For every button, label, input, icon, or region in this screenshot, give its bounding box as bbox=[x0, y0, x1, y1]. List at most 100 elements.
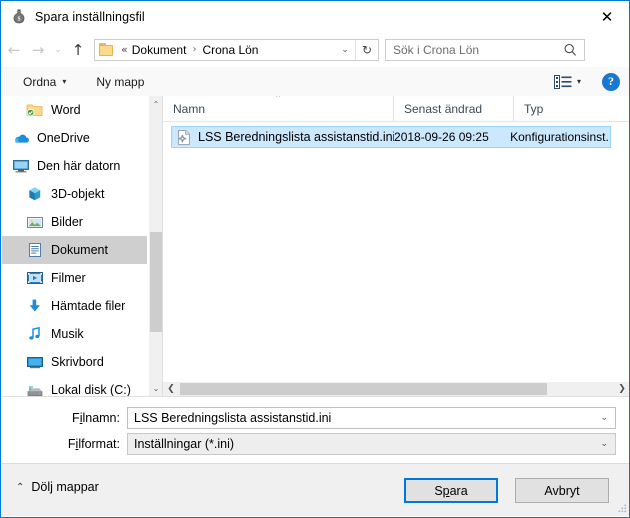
filetype-row: Filformat: Inställningar (*.ini) ⌄ bbox=[2, 433, 616, 455]
recent-locations-button[interactable]: ⌄ bbox=[50, 37, 66, 63]
column-header-label: Senast ändrad bbox=[404, 101, 483, 116]
sidebar-scrollbar[interactable]: ⌃ ⌄ bbox=[148, 96, 162, 396]
chevron-up-icon: ⌃ bbox=[152, 99, 160, 109]
sort-ascending-icon: ⌃ bbox=[274, 96, 282, 104]
column-headers: ⌃ Namn Senast ändrad Typ bbox=[163, 96, 629, 122]
chevron-down-icon: ⌄ bbox=[341, 44, 349, 55]
chevron-down-icon: ▾ bbox=[62, 77, 67, 86]
filetype-select[interactable]: Inställningar (*.ini) ⌄ bbox=[127, 433, 616, 455]
onedrive-cloud-icon bbox=[12, 130, 30, 146]
filename-field[interactable]: LSS Beredningslista assistanstid.ini ⌄ bbox=[127, 407, 616, 429]
sidebar-item-musik[interactable]: Musik bbox=[2, 320, 147, 348]
breadcrumb-item-crona-lon[interactable]: Crona Lön bbox=[200, 42, 260, 58]
sidebar-item-dokument[interactable]: Dokument bbox=[2, 236, 147, 264]
close-button[interactable]: ✕ bbox=[584, 2, 629, 32]
filename-row: Filnamn: LSS Beredningslista assistansti… bbox=[2, 407, 616, 429]
money-bag-icon: $ bbox=[11, 9, 27, 25]
table-row[interactable]: LSS Beredningslista assistanstid.ini 201… bbox=[171, 126, 611, 148]
filetype-label: Filformat: bbox=[67, 437, 120, 451]
sidebar-item-hamtade-filer[interactable]: Hämtade filer bbox=[2, 292, 147, 320]
up-arrow-icon: ↑ bbox=[71, 40, 85, 59]
cancel-button[interactable]: Avbryt bbox=[515, 478, 609, 503]
sidebar-item-word[interactable]: Word bbox=[2, 96, 147, 124]
folder-synced-icon bbox=[26, 102, 44, 118]
cancel-button-label: Avbryt bbox=[544, 483, 580, 498]
chevron-down-icon[interactable]: ⌄ bbox=[600, 434, 608, 454]
address-dropdown-button[interactable]: ⌄ bbox=[335, 40, 355, 60]
hide-folders-toggle[interactable]: ⌃ Dölj mappar bbox=[16, 480, 99, 494]
column-header-label: Namn bbox=[173, 101, 206, 116]
column-header-senast-andrad[interactable]: Senast ändrad bbox=[393, 96, 513, 121]
sidebar-item-label: Dokument bbox=[51, 243, 108, 257]
question-mark-icon: ? bbox=[608, 74, 614, 88]
sidebar-item-label: Filmer bbox=[51, 271, 86, 285]
sidebar-item-label: Skrivbord bbox=[51, 355, 104, 369]
save-button-label: Spara bbox=[434, 483, 468, 498]
sidebar-item-3d-objekt[interactable]: 3D-objekt bbox=[2, 180, 147, 208]
search-input[interactable]: Sök i Crona Lön bbox=[385, 38, 585, 61]
filename-value: LSS Beredningslista assistanstid.ini bbox=[134, 411, 332, 425]
sidebar-item-lokal-disk-c[interactable]: Lokal disk (C:) bbox=[2, 376, 147, 396]
sidebar-item-onedrive[interactable]: OneDrive bbox=[2, 124, 147, 152]
file-list-horizontal-scrollbar[interactable]: ❮ ❯ bbox=[163, 381, 629, 396]
organize-label: Ordna bbox=[23, 74, 57, 89]
hide-folders-label: Dölj mappar bbox=[31, 480, 99, 494]
navigation-pane: Word OneDrive Den här datorn 3D-objekt B… bbox=[2, 96, 162, 396]
filename-label: Filnamn: bbox=[72, 411, 120, 425]
scroll-up-button[interactable]: ⌃ bbox=[149, 96, 162, 112]
up-button[interactable]: ↑ bbox=[66, 37, 90, 63]
scroll-right-button[interactable]: ❯ bbox=[614, 382, 629, 396]
save-button[interactable]: Spara bbox=[404, 478, 498, 503]
sidebar-item-skrivbord[interactable]: Skrivbord bbox=[2, 348, 147, 376]
folder-tree: Word OneDrive Den här datorn 3D-objekt B… bbox=[2, 96, 147, 396]
music-icon bbox=[26, 326, 44, 342]
local-disk-icon bbox=[26, 382, 44, 396]
help-button[interactable]: ? bbox=[602, 72, 620, 91]
scroll-left-button[interactable]: ❮ bbox=[163, 382, 179, 396]
scrollbar-thumb[interactable] bbox=[180, 383, 547, 395]
forward-button[interactable]: → bbox=[26, 37, 50, 63]
back-button[interactable]: ← bbox=[2, 37, 26, 63]
ini-config-file-icon bbox=[176, 129, 192, 146]
sidebar-item-bilder[interactable]: Bilder bbox=[2, 208, 147, 236]
breadcrumb: « Dokument › Crona Lön bbox=[117, 42, 335, 58]
new-folder-label: Ny mapp bbox=[96, 74, 145, 89]
breadcrumb-item-dokument[interactable]: Dokument bbox=[130, 42, 189, 58]
new-folder-button[interactable]: Ny mapp bbox=[89, 71, 151, 93]
file-list-pane: ⌃ Namn Senast ändrad Typ LSS Beredningsl… bbox=[163, 96, 629, 396]
resize-grip[interactable] bbox=[616, 502, 628, 514]
form-area: Filnamn: LSS Beredningslista assistansti… bbox=[2, 397, 629, 465]
chevron-down-icon[interactable]: ⌄ bbox=[600, 408, 608, 428]
chevron-down-icon: ▾ bbox=[576, 77, 581, 86]
sidebar-item-label: Lokal disk (C:) bbox=[51, 383, 131, 396]
svg-text:$: $ bbox=[18, 16, 21, 23]
sidebar-item-den-har-datorn[interactable]: Den här datorn bbox=[2, 152, 147, 180]
cell-name: LSS Beredningslista assistanstid.ini bbox=[198, 130, 395, 144]
sidebar-item-label: 3D-objekt bbox=[51, 187, 105, 201]
scroll-down-button[interactable]: ⌄ bbox=[149, 380, 162, 396]
column-header-namn[interactable]: ⌃ Namn bbox=[163, 96, 393, 121]
breadcrumb-separator-icon[interactable]: › bbox=[188, 44, 200, 55]
sidebar-item-label: Musik bbox=[51, 327, 84, 341]
chevron-left-icon: ❮ bbox=[167, 384, 175, 394]
videos-icon bbox=[26, 270, 44, 286]
desktop-icon bbox=[26, 354, 44, 370]
pictures-icon bbox=[26, 214, 44, 230]
scrollbar-thumb[interactable] bbox=[150, 232, 162, 332]
close-icon: ✕ bbox=[600, 8, 614, 26]
breadcrumb-overflow-icon[interactable]: « bbox=[117, 43, 130, 56]
refresh-button[interactable]: ↻ bbox=[356, 40, 378, 60]
command-toolbar: Ordna ▾ Ny mapp ▾ ? bbox=[2, 67, 629, 97]
address-bar[interactable]: « Dokument › Crona Lön ⌄ ↻ bbox=[94, 38, 379, 61]
this-pc-icon bbox=[12, 158, 30, 174]
chevron-down-icon: ⌄ bbox=[54, 44, 62, 55]
sidebar-item-filmer[interactable]: Filmer bbox=[2, 264, 147, 292]
organize-button[interactable]: Ordna ▾ bbox=[16, 71, 73, 93]
back-arrow-icon: ← bbox=[7, 40, 21, 59]
column-header-typ[interactable]: Typ bbox=[513, 96, 629, 121]
navigation-bar: ← → ⌄ ↑ « Dokument › Crona Lön ⌄ ↻ Sök i… bbox=[2, 32, 629, 67]
search-icon bbox=[563, 42, 578, 58]
change-view-button[interactable]: ▾ bbox=[549, 70, 586, 94]
folder-icon bbox=[99, 42, 115, 57]
search-placeholder: Sök i Crona Lön bbox=[393, 42, 480, 57]
